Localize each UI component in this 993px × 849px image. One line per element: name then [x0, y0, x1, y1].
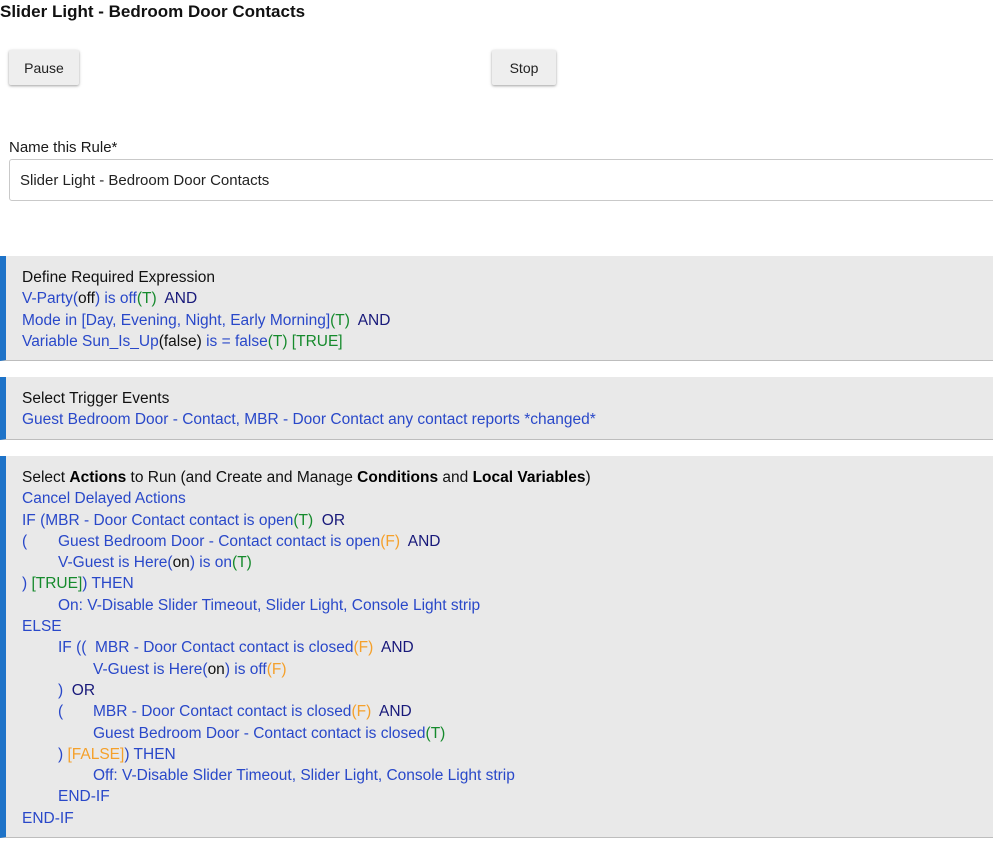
action-text: ) is off	[224, 660, 267, 678]
action-line: V-Guest is Here(on) is off(F)	[22, 659, 993, 680]
truth-value: (F)	[351, 703, 372, 721]
title-text: )	[585, 469, 591, 486]
logic-operator: AND	[349, 311, 391, 329]
pause-button[interactable]: Pause	[9, 50, 79, 85]
action-line: ) [FALSE]) THEN	[22, 744, 993, 765]
logic-operator: AND	[371, 703, 412, 721]
truth-value: (T)	[425, 724, 446, 742]
title-bold: Actions	[69, 469, 127, 486]
expression-text: Variable Sun_Is_Up	[22, 332, 159, 350]
action-text: V-Guest is Here(	[93, 660, 208, 678]
logic-operator: AND	[373, 639, 414, 657]
page-title: Slider Light - Bedroom Door Contacts	[0, 2, 306, 21]
stop-button[interactable]: Stop	[492, 50, 556, 85]
action-text: IF (( MBR - Door Contact contact is clos…	[58, 639, 354, 657]
action-line: On: V-Disable Slider Timeout, Slider Lig…	[22, 595, 993, 616]
expression-value: (false)	[158, 332, 202, 350]
truth-value: (T)	[232, 554, 252, 572]
action-text: ELSE	[22, 618, 62, 636]
action-text: V-Guest is Here(	[58, 554, 173, 572]
expression-line: Variable Sun_Is_Up(false) is = false(T) …	[22, 331, 993, 352]
expression-text: ) is off	[94, 290, 137, 308]
action-line: Guest Bedroom Door - Contact contact is …	[22, 723, 993, 744]
action-line: ( MBR - Door Contact contact is closed(F)…	[22, 701, 993, 722]
required-expression-section[interactable]: Define Required Expression V-Party(off) …	[0, 256, 993, 361]
title-text: Select	[22, 469, 70, 486]
title-text: and	[438, 469, 473, 486]
expression-value: off	[77, 290, 95, 308]
title-bold: Conditions	[357, 469, 439, 486]
action-line: V-Guest is Here(on) is on(T)	[22, 552, 993, 573]
action-text: Off: V-Disable Slider Timeout, Slider Li…	[93, 767, 515, 785]
action-text: ) THEN	[124, 745, 176, 763]
action-text: END-IF	[58, 788, 110, 806]
action-text: END-IF	[22, 809, 74, 827]
truth-value: (F)	[353, 639, 374, 657]
truth-value: [TRUE]	[31, 575, 83, 593]
action-text: MBR - Door Contact contact is closed	[93, 703, 352, 721]
logic-operator: OR	[313, 511, 346, 529]
action-line: IF (( MBR - Door Contact contact is clos…	[22, 637, 993, 658]
truth-value: (T) [TRUE]	[267, 332, 343, 350]
action-value: on	[172, 554, 190, 572]
actions-title: Select Actions to Run (and Create and Ma…	[22, 467, 993, 488]
action-text: (	[58, 703, 64, 721]
action-line: Cancel Delayed Actions	[22, 488, 993, 509]
action-text: Guest Bedroom Door - Contact contact is …	[58, 532, 381, 550]
trigger-events-section[interactable]: Select Trigger Events Guest Bedroom Door…	[0, 377, 993, 440]
action-line: ) [TRUE]) THEN	[22, 573, 993, 594]
title-bold: Local Variables	[472, 469, 586, 486]
truth-value: (T)	[293, 511, 314, 529]
action-text: ) is on	[189, 554, 233, 572]
action-text: Cancel Delayed Actions	[22, 490, 186, 508]
title-text: to Run (and Create and Manage	[126, 469, 358, 486]
action-text: (	[22, 532, 28, 550]
action-line: ( Guest Bedroom Door - Contact contact is…	[22, 531, 993, 552]
action-text: Guest Bedroom Door - Contact contact is …	[93, 724, 426, 742]
action-line: Off: V-Disable Slider Timeout, Slider Li…	[22, 765, 993, 786]
required-expression-title: Define Required Expression	[22, 269, 215, 286]
action-text: On: V-Disable Slider Timeout, Slider Lig…	[58, 596, 481, 614]
action-line: END-IF	[22, 808, 993, 829]
expression-text: Mode in [Day, Evening, Night, Early Morn…	[22, 311, 331, 329]
actions-section[interactable]: Select Actions to Run (and Create and Ma…	[0, 456, 993, 838]
action-line: ) OR	[22, 680, 993, 701]
trigger-events-title: Select Trigger Events	[22, 390, 170, 407]
expression-line: Mode in [Day, Evening, Night, Early Morn…	[22, 310, 993, 331]
truth-value: [FALSE]	[67, 745, 125, 763]
rule-name-label: Name this Rule*	[9, 139, 118, 156]
action-line: ELSE	[22, 616, 993, 637]
action-text: ) THEN	[82, 575, 134, 593]
action-line: END-IF	[22, 786, 993, 807]
expression-text: is = false	[201, 332, 268, 350]
truth-value: (T)	[136, 290, 157, 308]
rule-name-input[interactable]	[9, 159, 993, 201]
logic-operator: AND	[400, 532, 441, 550]
logic-operator: AND	[156, 290, 198, 308]
logic-operator: OR	[63, 681, 96, 699]
action-text: IF (MBR - Door Contact contact is open	[22, 511, 294, 529]
truth-value: (T)	[330, 311, 350, 329]
expression-line: V-Party(off) is off(T) AND	[22, 288, 993, 309]
truth-value: (F)	[266, 660, 287, 678]
action-value: on	[207, 660, 225, 678]
action-line: IF (MBR - Door Contact contact is open(T…	[22, 510, 993, 531]
expression-text: V-Party(	[22, 290, 78, 308]
truth-value: (F)	[380, 532, 401, 550]
trigger-events-text: Guest Bedroom Door - Contact, MBR - Door…	[22, 411, 596, 429]
